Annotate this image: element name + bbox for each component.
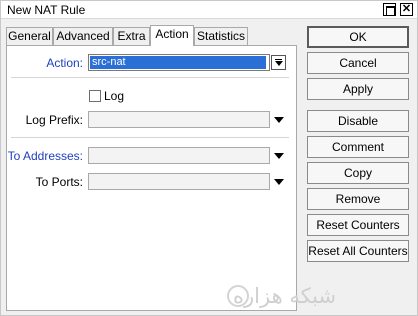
reset-counters-button[interactable]: Reset Counters (307, 214, 409, 236)
maximize-icon[interactable] (383, 3, 396, 16)
log-checkbox[interactable] (89, 90, 101, 102)
action-label: Action: (46, 56, 83, 70)
log-prefix-field[interactable] (88, 111, 270, 128)
nat-rule-window: New NAT Rule ✕ General Advanced Extra Ac… (0, 0, 418, 316)
tab-statistics[interactable]: Statistics (194, 27, 248, 46)
chevron-down-icon (275, 61, 283, 66)
log-prefix-label: Log Prefix: (25, 113, 83, 127)
action-dropdown-button[interactable] (271, 55, 286, 70)
watermark-text: شبکه هزاره (233, 284, 337, 308)
divider (11, 137, 289, 138)
window-title: New NAT Rule (7, 3, 86, 17)
tab-general[interactable]: General (6, 27, 53, 46)
action-tab-panel: Action: src-nat Log Log Prefix: To Addre… (6, 45, 297, 311)
divider (11, 77, 289, 78)
copy-button[interactable]: Copy (307, 162, 409, 184)
to-ports-label: To Ports: (35, 175, 83, 189)
title-bar: New NAT Rule ✕ (1, 1, 417, 19)
log-label: Log (104, 89, 125, 103)
chevron-down-icon[interactable] (274, 179, 284, 185)
to-addresses-label: To Addresses: (7, 149, 83, 163)
chevron-down-icon[interactable] (274, 153, 284, 159)
comment-button[interactable]: Comment (307, 136, 409, 158)
close-icon[interactable]: ✕ (400, 3, 413, 16)
action-select[interactable]: src-nat (88, 54, 270, 71)
tab-action[interactable]: Action (150, 25, 194, 46)
reset-all-counters-button[interactable]: Reset All Counters (307, 240, 409, 262)
cancel-button[interactable]: Cancel (307, 52, 409, 74)
apply-button[interactable]: Apply (307, 78, 409, 100)
chevron-down-icon[interactable] (274, 117, 284, 123)
ok-button[interactable]: OK (307, 26, 409, 48)
bar-icon (275, 59, 282, 60)
to-addresses-field[interactable] (88, 147, 270, 164)
to-ports-field[interactable] (88, 173, 270, 190)
disable-button[interactable]: Disable (307, 110, 409, 132)
action-value: src-nat (90, 56, 266, 69)
tab-extra[interactable]: Extra (113, 27, 150, 46)
remove-button[interactable]: Remove (307, 188, 409, 210)
tab-advanced[interactable]: Advanced (53, 27, 113, 46)
